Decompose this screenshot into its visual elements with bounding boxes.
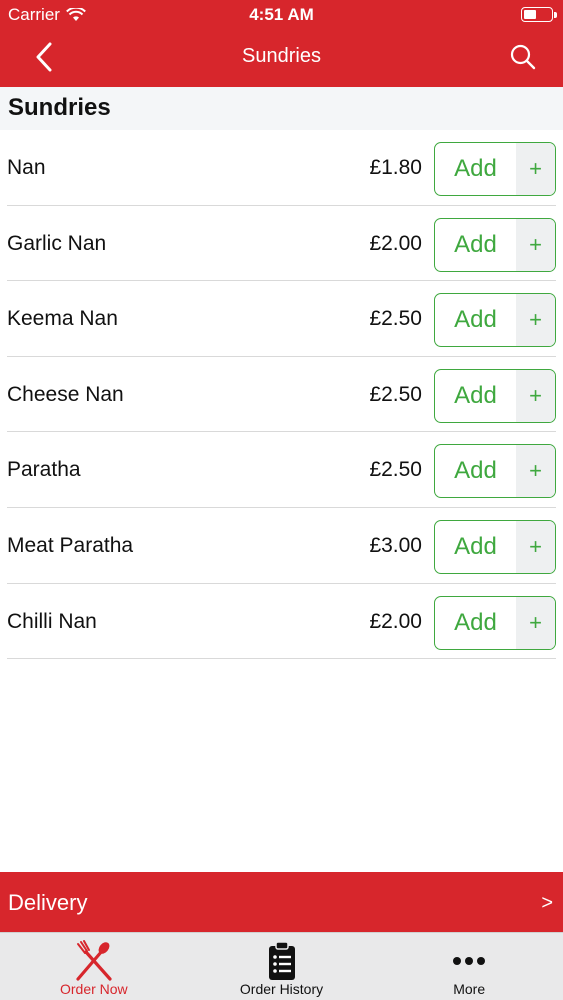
- menu-item: Chilli Nan £2.00 Add +: [7, 584, 556, 660]
- add-label[interactable]: Add: [435, 294, 516, 346]
- menu-list: Nan £1.80 Add + Garlic Nan £2.00 Add + K…: [0, 130, 563, 660]
- status-time: 4:51 AM: [249, 5, 314, 24]
- delivery-label[interactable]: Delivery: [8, 890, 87, 916]
- add-label[interactable]: Add: [435, 445, 516, 497]
- menu-item: Keema Nan £2.50 Add +: [7, 281, 556, 357]
- item-price: £2.50: [369, 382, 422, 406]
- tab-more[interactable]: More: [375, 933, 563, 1000]
- chevron-right-icon[interactable]: >: [541, 892, 553, 915]
- tab-order-now[interactable]: Order Now: [0, 933, 188, 1000]
- tab-label[interactable]: Order History: [188, 981, 376, 997]
- item-price: £2.00: [369, 609, 422, 633]
- item-price: £2.00: [369, 231, 422, 255]
- add-label[interactable]: Add: [435, 521, 516, 573]
- add-button[interactable]: Add +: [434, 444, 556, 499]
- plus-icon[interactable]: +: [516, 445, 555, 498]
- status-bar: Carrier 4:51 AM: [0, 0, 563, 30]
- menu-item: Paratha £2.50 Add +: [7, 432, 556, 508]
- menu-item: Cheese Nan £2.50 Add +: [7, 357, 556, 433]
- tab-label[interactable]: Order Now: [0, 981, 188, 997]
- tab-label[interactable]: More: [375, 981, 563, 997]
- plus-icon[interactable]: +: [516, 218, 555, 271]
- tab-bar: Order Now Order History More: [0, 932, 563, 1000]
- plus-icon[interactable]: +: [516, 596, 555, 649]
- nav-bar: Sundries: [0, 30, 563, 87]
- battery-icon: [521, 7, 557, 22]
- item-price: £3.00: [369, 533, 422, 557]
- add-button[interactable]: Add +: [434, 519, 556, 574]
- add-button[interactable]: Add +: [434, 368, 556, 423]
- item-price: £2.50: [369, 307, 422, 331]
- item-price: £2.50: [369, 458, 422, 482]
- section-title: Sundries: [8, 94, 111, 121]
- plus-icon[interactable]: +: [516, 369, 555, 422]
- add-label[interactable]: Add: [435, 219, 516, 271]
- nav-title: Sundries: [242, 45, 321, 67]
- tab-order-history[interactable]: Order History: [188, 933, 376, 1000]
- menu-item: Garlic Nan £2.00 Add +: [7, 206, 556, 282]
- add-button[interactable]: Add +: [434, 142, 556, 196]
- fork-knife-icon: [76, 940, 112, 981]
- menu-item: Nan £1.80 Add +: [7, 130, 556, 206]
- item-name: Nan: [7, 156, 46, 179]
- add-label[interactable]: Add: [435, 143, 516, 195]
- add-button[interactable]: Add +: [434, 217, 556, 272]
- item-name: Keema Nan: [7, 307, 118, 331]
- item-name: Garlic Nan: [7, 231, 107, 255]
- add-label[interactable]: Add: [435, 370, 516, 422]
- delivery-bar[interactable]: Delivery >: [0, 872, 563, 932]
- search-icon[interactable]: [509, 43, 537, 71]
- item-name: Meat Paratha: [7, 533, 134, 557]
- clipboard-icon: [268, 941, 295, 980]
- item-name: Cheese Nan: [7, 382, 124, 406]
- item-name: Paratha: [7, 458, 81, 482]
- menu-item: Meat Paratha £3.00 Add +: [7, 508, 556, 584]
- add-label[interactable]: Add: [435, 597, 516, 649]
- add-button[interactable]: Add +: [434, 595, 556, 650]
- item-price: £1.80: [369, 156, 422, 179]
- item-name: Chilli Nan: [7, 609, 97, 633]
- more-dots-icon: [453, 957, 486, 965]
- plus-icon[interactable]: +: [516, 294, 555, 347]
- add-button[interactable]: Add +: [434, 293, 556, 348]
- plus-icon[interactable]: +: [516, 143, 555, 195]
- top-bar: Carrier 4:51 AM Sundries: [0, 0, 563, 87]
- plus-icon[interactable]: +: [516, 520, 555, 573]
- section-header: Sundries: [0, 87, 563, 130]
